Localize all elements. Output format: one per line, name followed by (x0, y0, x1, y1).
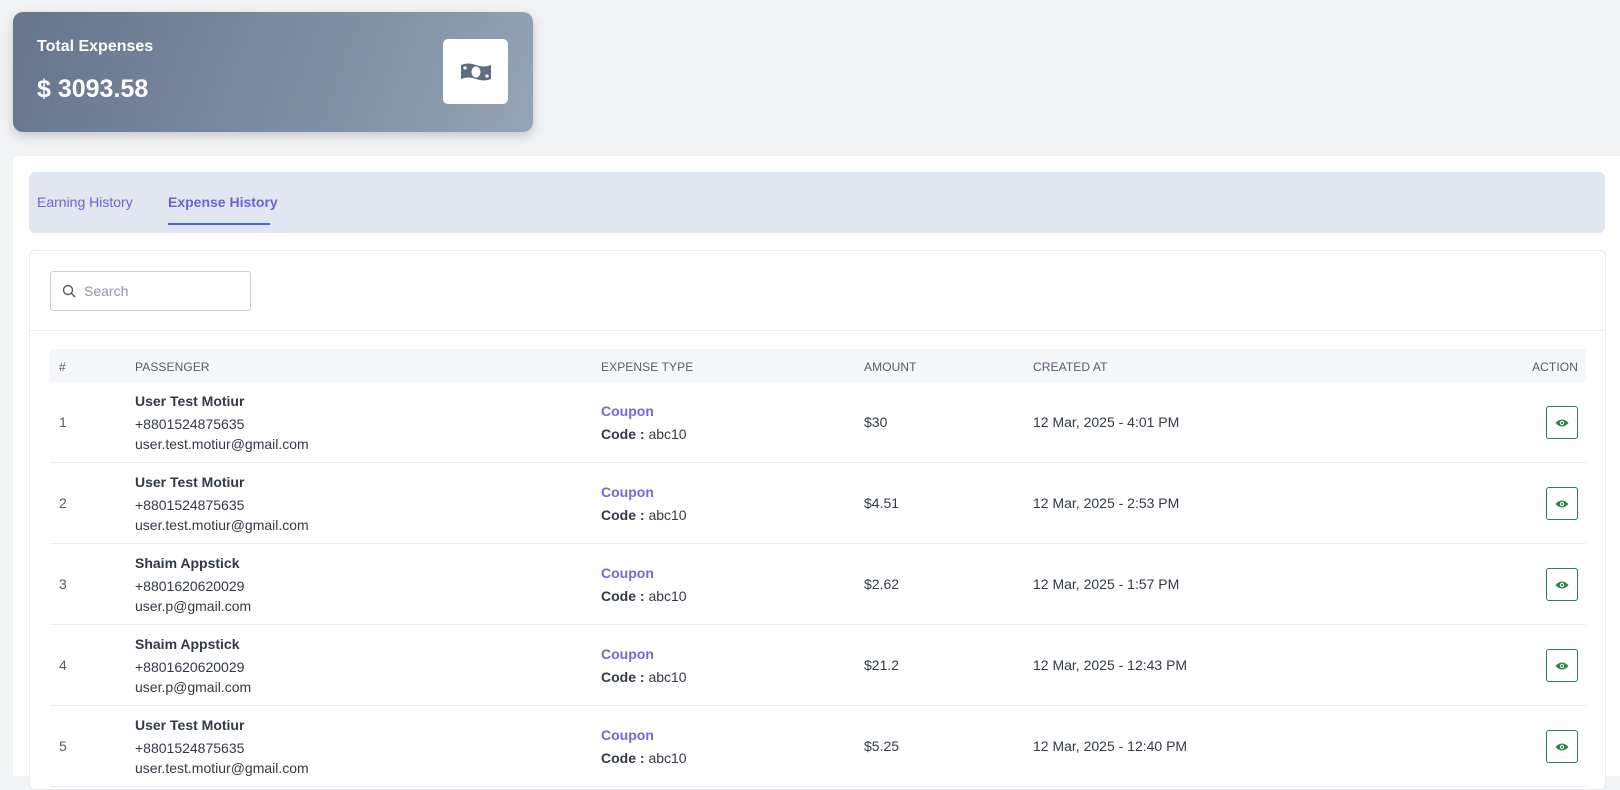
tabs-bar: Earning History Expense History (29, 172, 1605, 233)
passenger-email: user.p@gmail.com (135, 598, 252, 614)
coupon-code: Code : abc10 (601, 588, 687, 604)
passenger-phone: +8801620620029 (135, 578, 245, 594)
created-at: 12 Mar, 2025 - 2:53 PM (1033, 495, 1180, 511)
passenger-phone: +8801524875635 (135, 416, 245, 432)
search-icon (62, 284, 76, 298)
column-header-action: ACTION (1532, 360, 1578, 374)
passenger-name: User Test Motiur (135, 474, 245, 490)
expense-amount: $21.2 (864, 657, 900, 673)
created-at: 12 Mar, 2025 - 1:57 PM (1033, 576, 1180, 592)
expense-type: Coupon (601, 565, 654, 581)
row-index: 3 (59, 576, 67, 592)
coupon-code: Code : abc10 (601, 750, 687, 766)
code-value: abc10 (648, 750, 687, 766)
eye-icon (1555, 662, 1569, 669)
row-index: 5 (59, 738, 67, 754)
coupon-code: Code : abc10 (601, 507, 687, 523)
table-row: 1 User Test Motiur +8801524875635 user.t… (50, 382, 1586, 463)
table-header: # PASSENGER EXPENSE TYPE AMOUNT CREATED … (50, 349, 1586, 382)
expense-table-card: # PASSENGER EXPENSE TYPE AMOUNT CREATED … (29, 250, 1606, 790)
passenger-name: User Test Motiur (135, 393, 245, 409)
tab-earning-history[interactable]: Earning History (37, 194, 133, 210)
code-value: abc10 (648, 507, 687, 523)
passenger-name: User Test Motiur (135, 717, 245, 733)
code-label: Code : (601, 588, 645, 604)
created-at: 12 Mar, 2025 - 4:01 PM (1033, 414, 1180, 430)
coupon-code: Code : abc10 (601, 669, 687, 685)
coupon-code: Code : abc10 (601, 426, 687, 442)
expense-amount: $4.51 (864, 495, 900, 511)
expense-amount: $30 (864, 414, 888, 430)
money-icon-box (443, 39, 508, 104)
code-label: Code : (601, 507, 645, 523)
table-row: 5 User Test Motiur +8801524875635 user.t… (50, 706, 1586, 787)
tab-expense-history[interactable]: Expense History (168, 194, 278, 210)
created-at: 12 Mar, 2025 - 12:43 PM (1033, 657, 1188, 673)
row-index: 4 (59, 657, 67, 673)
divider (30, 330, 1605, 331)
row-index: 2 (59, 495, 67, 511)
code-value: abc10 (648, 669, 687, 685)
passenger-phone: +8801524875635 (135, 740, 245, 756)
table-row: 3 Shaim Appstick +8801620620029 user.p@g… (50, 544, 1586, 625)
code-value: abc10 (648, 426, 687, 442)
code-label: Code : (601, 750, 645, 766)
eye-icon (1555, 500, 1569, 507)
expense-type: Coupon (601, 727, 654, 743)
expense-type: Coupon (601, 646, 654, 662)
passenger-name: Shaim Appstick (135, 555, 240, 571)
column-header-created-at: CREATED AT (1033, 360, 1108, 374)
passenger-name: Shaim Appstick (135, 636, 240, 652)
search-box[interactable] (50, 271, 251, 311)
passenger-email: user.test.motiur@gmail.com (135, 760, 309, 776)
passenger-email: user.test.motiur@gmail.com (135, 436, 309, 452)
column-header-amount: AMOUNT (864, 360, 917, 374)
expense-type: Coupon (601, 403, 654, 419)
total-expenses-title: Total Expenses (37, 38, 154, 55)
history-panel: Earning History Expense History # PASSEN… (13, 156, 1620, 790)
view-button[interactable] (1546, 649, 1578, 682)
passenger-phone: +8801620620029 (135, 659, 245, 675)
total-expenses-card: Total Expenses $ 3093.58 (13, 12, 533, 132)
view-button[interactable] (1546, 406, 1578, 439)
passenger-email: user.p@gmail.com (135, 679, 252, 695)
table-row: 2 User Test Motiur +8801524875635 user.t… (50, 463, 1586, 544)
eye-icon (1555, 581, 1569, 588)
view-button[interactable] (1546, 487, 1578, 520)
code-label: Code : (601, 669, 645, 685)
eye-icon (1555, 419, 1569, 426)
active-tab-indicator (168, 223, 270, 225)
money-bill-icon (460, 63, 491, 80)
created-at: 12 Mar, 2025 - 12:40 PM (1033, 738, 1188, 754)
column-header-index: # (59, 360, 66, 374)
column-header-expense-type: EXPENSE TYPE (601, 360, 694, 374)
expense-type: Coupon (601, 484, 654, 500)
table-row: 4 Shaim Appstick +8801620620029 user.p@g… (50, 625, 1586, 706)
code-label: Code : (601, 426, 645, 442)
view-button[interactable] (1546, 568, 1578, 601)
expense-amount: $2.62 (864, 576, 900, 592)
passenger-phone: +8801524875635 (135, 497, 245, 513)
search-input[interactable] (84, 283, 244, 299)
total-expenses-value: $ 3093.58 (37, 75, 149, 103)
expense-amount: $5.25 (864, 738, 900, 754)
row-index: 1 (59, 414, 67, 430)
column-header-passenger: PASSENGER (135, 360, 210, 374)
eye-icon (1555, 743, 1569, 750)
passenger-email: user.test.motiur@gmail.com (135, 517, 309, 533)
view-button[interactable] (1546, 730, 1578, 763)
code-value: abc10 (648, 588, 687, 604)
